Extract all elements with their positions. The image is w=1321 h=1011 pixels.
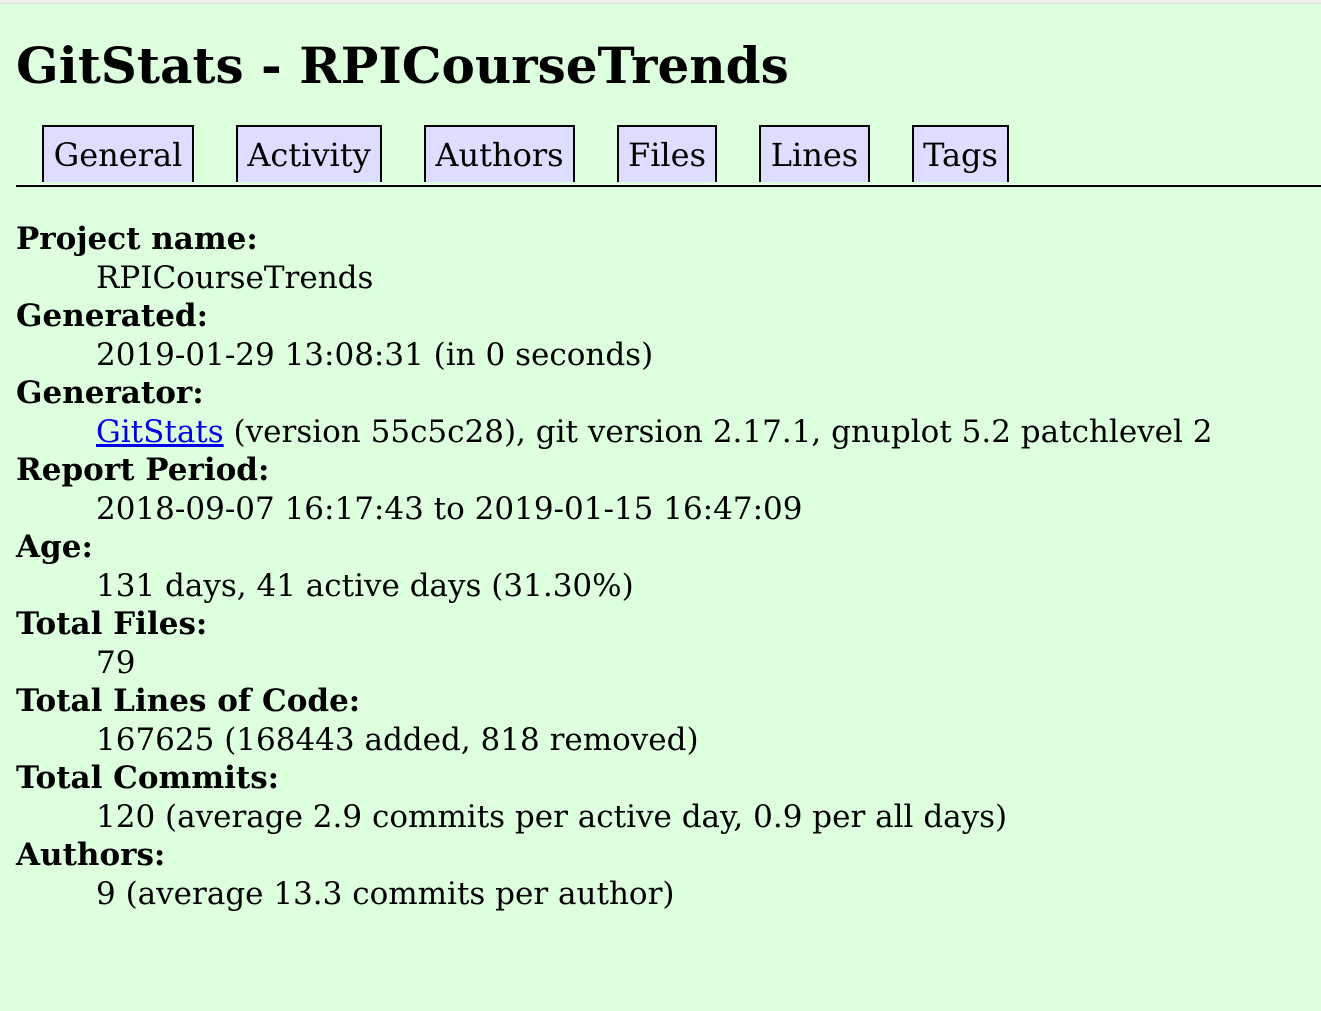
tab-lines[interactable]: Lines [759,125,870,182]
tab-tags[interactable]: Tags [912,125,1009,182]
total-commits-label: Total Commits: [16,760,280,796]
total-loc-value: 167625 (168443 added, 818 removed) [96,721,699,758]
report-period-label: Report Period: [16,452,270,488]
general-info-list: Project name: RPICourseTrends Generated:… [16,220,1306,913]
tab-authors[interactable]: Authors [424,125,575,182]
gitstats-link[interactable]: GitStats [96,414,224,450]
tab-files[interactable]: Files [617,125,717,182]
total-files-label: Total Files: [16,606,208,642]
generated-label: Generated: [16,298,209,334]
authors-value: 9 (average 13.3 commits per author) [96,875,675,912]
authors-label: Authors: [16,837,166,873]
page-title: GitStats - RPICourseTrends [16,36,789,95]
age-value: 131 days, 41 active days (31.30%) [96,567,634,604]
top-edge-strip [0,0,1321,4]
project-name-value: RPICourseTrends [96,259,374,296]
total-commits-value: 120 (average 2.9 commits per active day,… [96,798,1008,835]
generator-version-text: (version 55c5c28), git version 2.17.1, g… [223,413,1213,450]
generated-value: 2019-01-29 13:08:31 (in 0 seconds) [96,336,654,373]
total-loc-label: Total Lines of Code: [16,683,361,719]
project-name-label: Project name: [16,221,258,257]
total-files-value: 79 [96,644,136,681]
tab-general[interactable]: General [42,125,194,182]
report-period-value: 2018-09-07 16:17:43 to 2019-01-15 16:47:… [96,490,803,527]
generator-label: Generator: [16,375,204,411]
tab-activity[interactable]: Activity [236,125,382,182]
age-label: Age: [16,529,93,565]
generator-value: GitStats (version 55c5c28), git version … [96,413,1306,452]
nav-tabs: General Activity Authors Files Lines Tag… [16,125,1321,187]
